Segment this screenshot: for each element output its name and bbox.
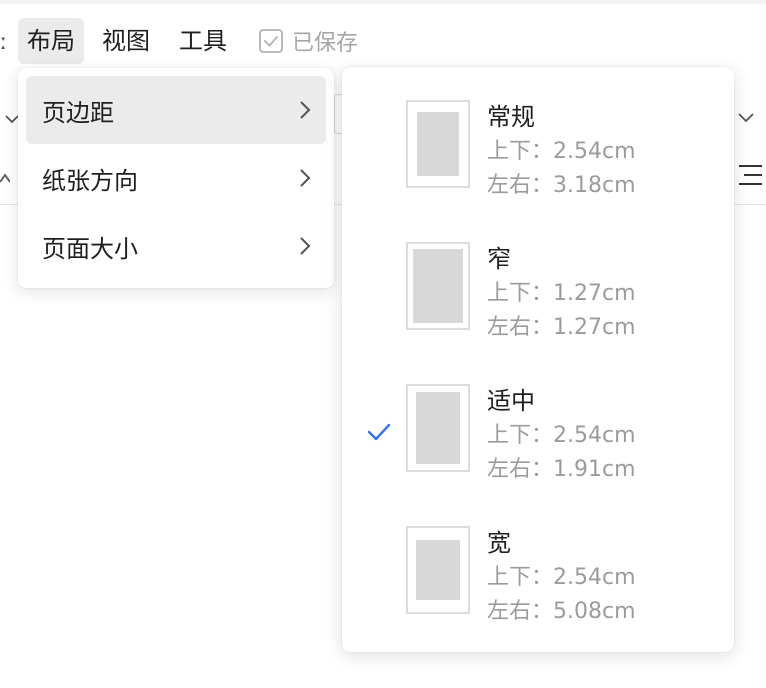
margin-top-bottom: 上下：1.27cm [487,281,636,306]
menu-view[interactable]: 视图 [93,18,159,64]
margin-left-right: 左右：3.18cm [487,173,636,198]
margin-option-narrow[interactable]: 窄 上下：1.27cm 左右：1.27cm [342,227,734,369]
dropdown-item-orientation[interactable]: 纸张方向 [26,144,326,212]
margin-preview [406,384,470,472]
dropdown-item-label: 页面大小 [42,234,138,263]
toolbar-chevron-up-icon[interactable] [0,170,10,186]
margin-left-right: 左右：1.27cm [487,315,636,340]
margin-option-name: 常规 [487,103,535,131]
dropdown-item-label: 页边距 [42,98,114,127]
margin-top-bottom: 上下：2.54cm [487,423,636,448]
toolbar-chevron-down-icon[interactable] [737,110,755,124]
margin-option-normal[interactable]: 常规 上下：2.54cm 左右：3.18cm [342,85,734,227]
checkmark-icon [367,423,391,441]
saved-status: 已保存 [258,26,358,56]
window-top-border [0,0,766,4]
checkbox-check-icon [259,29,283,53]
margin-option-name: 宽 [487,529,511,557]
margin-option-moderate[interactable]: 适中 上下：2.54cm 左右：1.91cm [342,369,734,511]
dropdown-item-margins[interactable]: 页边距 [26,76,326,144]
margin-option-name: 窄 [487,245,511,273]
margin-top-bottom: 上下：2.54cm [487,565,636,590]
menu-layout[interactable]: 布局 [18,18,84,64]
margin-preview [406,242,470,330]
margin-left-right: 左右：1.91cm [487,457,636,482]
chevron-right-icon [300,101,311,119]
layout-dropdown: 页边距 纸张方向 页面大小 [18,68,334,288]
dropdown-item-label: 纸张方向 [42,166,138,195]
saved-label: 已保存 [292,31,359,56]
margin-option-name: 适中 [487,387,535,415]
menu-bar: ː 布局 视图 工具 已保存 [0,16,766,64]
margin-left-right: 左右：5.08cm [487,599,636,624]
margin-preview [406,100,470,188]
menu-left-fragment: ː [0,30,8,55]
margin-top-bottom: 上下：2.54cm [487,139,636,164]
margin-preview [406,526,470,614]
margin-option-wide[interactable]: 宽 上下：2.54cm 左右：5.08cm [342,511,734,653]
margins-submenu: 常规 上下：2.54cm 左右：3.18cm 窄 上下：1.27cm 左右：1.… [342,67,734,652]
chevron-right-icon [300,169,311,187]
dropdown-item-page-size[interactable]: 页面大小 [26,212,326,280]
list-icon[interactable] [736,162,762,188]
menu-tools[interactable]: 工具 [170,18,236,64]
chevron-right-icon [300,237,311,255]
